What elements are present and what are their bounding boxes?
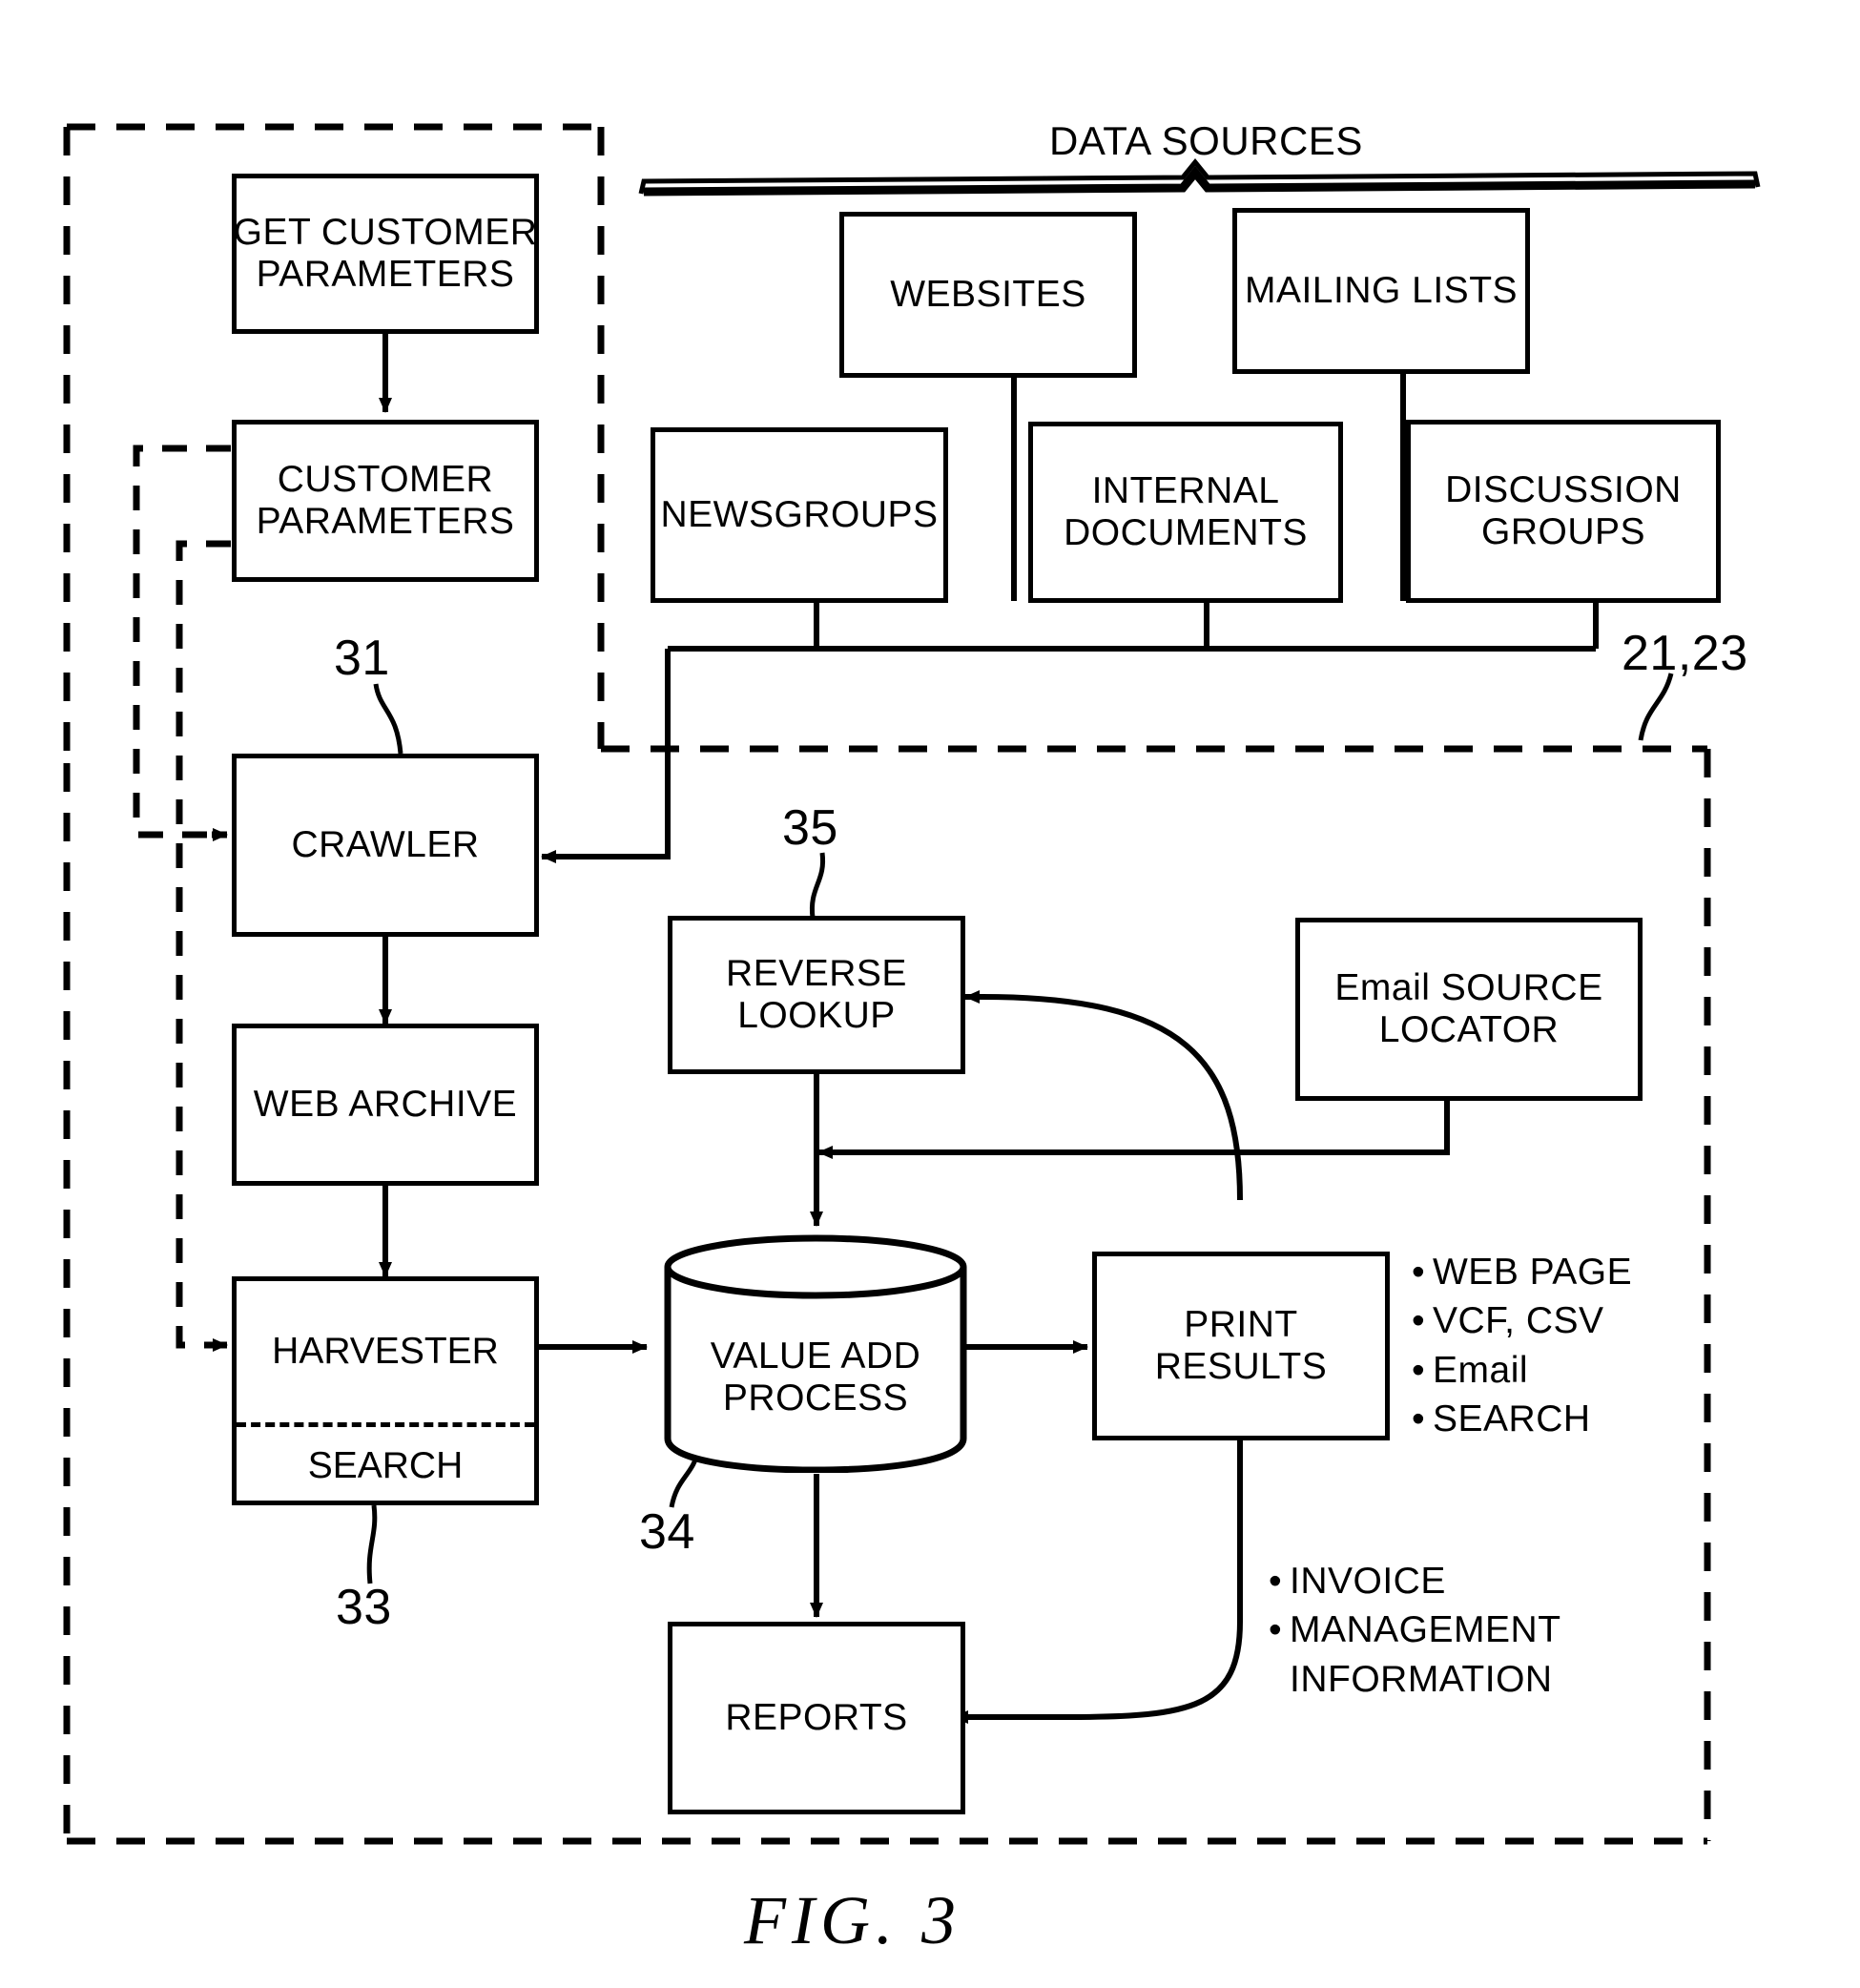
list-item: • WEB PAGE [1412, 1252, 1633, 1293]
node-label-line2: PROCESS [722, 1377, 909, 1419]
node-harvester-search[interactable]: HARVESTER SEARCH [232, 1276, 539, 1505]
node-label-line1: DISCUSSION [1445, 469, 1682, 511]
node-email-source-locator[interactable]: Email SOURCE LOCATOR [1295, 918, 1643, 1101]
data-sources-brace [638, 158, 1761, 197]
list-item: • Email [1412, 1349, 1529, 1391]
node-customer-parameters[interactable]: CUSTOMER PARAMETERS [232, 420, 539, 582]
arrow-printresults-to-reports [953, 1440, 1243, 1724]
ref-numeral-35: 35 [782, 800, 838, 856]
node-label-line1: VALUE ADD [710, 1336, 921, 1377]
lead-line-35 [809, 852, 826, 919]
node-crawler[interactable]: CRAWLER [232, 754, 539, 937]
ref-numeral-34: 34 [639, 1504, 695, 1560]
node-label-line2: PARAMETERS [256, 501, 515, 542]
list-item: • INVOICE [1269, 1561, 1446, 1602]
data-sources-title: DATA SOURCES [1049, 118, 1363, 163]
node-discussion-groups[interactable]: DISCUSSION GROUPS [1406, 420, 1721, 603]
lead-line-31 [373, 683, 403, 755]
node-mailing-lists[interactable]: MAILING LISTS [1232, 208, 1530, 374]
node-websites[interactable]: WEBSITES [839, 212, 1137, 378]
dashed-params-to-harvester [176, 540, 231, 1352]
node-newsgroups[interactable]: NEWSGROUPS [651, 427, 948, 603]
node-label-line1: NEWSGROUPS [660, 494, 939, 536]
node-label-line1: REPORTS [725, 1697, 908, 1739]
management-outputs-list: • INVOICE • MANAGEMENT INFORMATION [1269, 1557, 1561, 1704]
node-label-line2: RESULTS [1154, 1346, 1328, 1387]
node-label-line1: WEBSITES [890, 274, 1086, 316]
node-label-line1: SEARCH [307, 1445, 464, 1486]
node-web-archive[interactable]: WEB ARCHIVE [232, 1024, 539, 1186]
patent-figure-3: GET CUSTOMER PARAMETERS CUSTOMER PARAMET… [0, 0, 1860, 1988]
figure-caption: FIG. 3 [744, 1882, 961, 1958]
lead-line-2123 [1638, 673, 1674, 741]
node-label-line1: REVERSE [726, 953, 907, 995]
node-label-line1: Email SOURCE [1334, 967, 1603, 1009]
output-formats-list: • WEB PAGE • VCF, CSV • Email • SEARCH [1412, 1248, 1632, 1444]
node-get-customer-parameters[interactable]: GET CUSTOMER PARAMETERS [232, 174, 539, 334]
list-item: • MANAGEMENT [1269, 1609, 1561, 1651]
ref-numeral-33: 33 [336, 1580, 392, 1635]
node-label-line2: LOCATOR [1378, 1009, 1560, 1050]
node-print-results[interactable]: PRINT RESULTS [1092, 1252, 1390, 1440]
node-label-line2: GROUPS [1480, 511, 1646, 552]
node-label-line1: CUSTOMER [277, 459, 494, 501]
node-reverse-lookup[interactable]: REVERSE LOOKUP [668, 916, 965, 1074]
list-item: • VCF, CSV [1412, 1300, 1604, 1342]
node-label-line1: MAILING LISTS [1244, 270, 1519, 312]
node-label-line1: GET CUSTOMER [233, 212, 538, 254]
dashed-params-to-crawler [133, 445, 231, 841]
node-label-line1: CRAWLER [291, 824, 480, 866]
node-label-line2: DOCUMENTS [1064, 512, 1308, 553]
list-item-continuation: INFORMATION [1290, 1658, 1553, 1700]
node-search[interactable]: SEARCH [237, 1427, 534, 1505]
list-item: • SEARCH [1412, 1398, 1591, 1440]
node-label-line2: PARAMETERS [256, 254, 515, 295]
node-label-line2: LOOKUP [737, 995, 896, 1036]
arrow-emailsource-to-valueadd [817, 1099, 1450, 1159]
node-label-line1: WEB ARCHIVE [253, 1084, 518, 1126]
node-label-line1: INTERNAL [1091, 470, 1280, 512]
node-internal-documents[interactable]: INTERNAL DOCUMENTS [1028, 422, 1343, 603]
node-label-line1: PRINT [1184, 1304, 1298, 1346]
lead-line-33 [366, 1504, 378, 1584]
node-reports[interactable]: REPORTS [668, 1622, 965, 1814]
node-value-add-process[interactable]: VALUE ADD PROCESS [662, 1232, 969, 1474]
arrow-printresults-to-reverselookup [964, 990, 1243, 1201]
node-harvester[interactable]: HARVESTER [237, 1281, 534, 1422]
ref-numeral-21-23: 21,23 [1622, 626, 1748, 681]
node-label-line1: HARVESTER [272, 1331, 499, 1372]
ref-numeral-31: 31 [334, 631, 390, 686]
